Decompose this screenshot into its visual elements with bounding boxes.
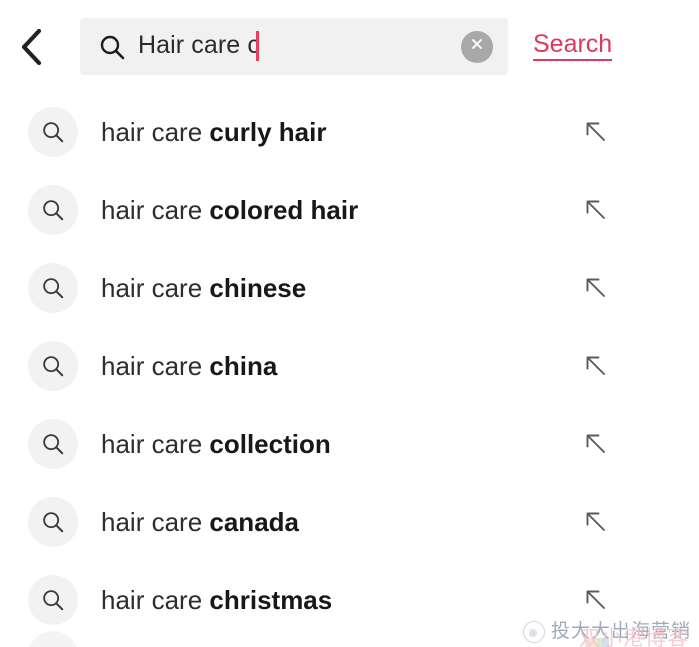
search-submit-link[interactable]: Search [533, 32, 613, 61]
suggestion-completion: china [209, 351, 278, 381]
suggestion-completion: christmas [209, 585, 333, 615]
suggestion-completion: canada [209, 507, 299, 537]
arrow-up-left-icon[interactable] [583, 587, 609, 613]
suggestion-label: hair care collection [101, 431, 331, 457]
search-field[interactable]: Hair care c [80, 18, 508, 75]
search-icon [28, 185, 78, 235]
suggestion-prefix: hair care [101, 273, 210, 303]
suggestion-row[interactable]: hair care colored hair [0, 171, 699, 249]
search-topbar: Hair care c Search [0, 0, 699, 93]
search-icon [28, 263, 78, 313]
search-icon [99, 34, 125, 60]
suggestion-completion: curly hair [209, 117, 327, 147]
suggestion-completion: chinese [209, 273, 307, 303]
suggestion-label: hair care chinese [101, 275, 306, 301]
suggestion-label: hair care curly hair [101, 119, 326, 145]
arrow-up-left-icon[interactable] [583, 275, 609, 301]
suggestion-row[interactable]: hair care chinese [0, 249, 699, 327]
suggestion-label: hair care china [101, 353, 277, 379]
suggestion-prefix: hair care [101, 507, 210, 537]
search-icon [28, 341, 78, 391]
suggestion-prefix: hair care [101, 429, 210, 459]
suggestion-label: hair care canada [101, 509, 299, 535]
suggestion-completion: colored hair [209, 195, 359, 225]
chevron-left-icon [19, 28, 43, 66]
suggestion-row[interactable]: hair care christmas [0, 561, 699, 639]
suggestion-row[interactable]: hair care collection [0, 405, 699, 483]
search-icon [28, 419, 78, 469]
search-icon [28, 107, 78, 157]
close-icon [469, 36, 485, 57]
suggestion-row[interactable]: hair care china [0, 327, 699, 405]
arrow-up-left-icon[interactable] [583, 431, 609, 457]
suggestion-row[interactable]: hair care canada [0, 483, 699, 561]
back-button[interactable] [0, 0, 62, 93]
suggestion-prefix: hair care [101, 351, 210, 381]
arrow-up-left-icon[interactable] [583, 353, 609, 379]
search-icon [28, 575, 78, 625]
suggestion-prefix: hair care [101, 195, 210, 225]
arrow-up-left-icon[interactable] [583, 509, 609, 535]
suggestion-row[interactable]: hair care curly hair [0, 93, 699, 171]
search-input[interactable]: Hair care c [138, 30, 260, 61]
search-input-value: Hair care c [138, 31, 260, 59]
search-suggestion-list: hair care curly hair hair care colored h… [0, 93, 699, 647]
text-caret [255, 30, 259, 61]
suggestion-label: hair care colored hair [101, 197, 358, 223]
suggestion-label: hair care christmas [101, 587, 332, 613]
suggestion-completion: collection [209, 429, 331, 459]
suggestion-prefix: hair care [101, 117, 210, 147]
suggestion-prefix: hair care [101, 585, 210, 615]
search-icon [28, 497, 78, 547]
arrow-up-left-icon[interactable] [583, 197, 609, 223]
clear-search-button[interactable] [461, 30, 493, 63]
arrow-up-left-icon[interactable] [583, 119, 609, 145]
